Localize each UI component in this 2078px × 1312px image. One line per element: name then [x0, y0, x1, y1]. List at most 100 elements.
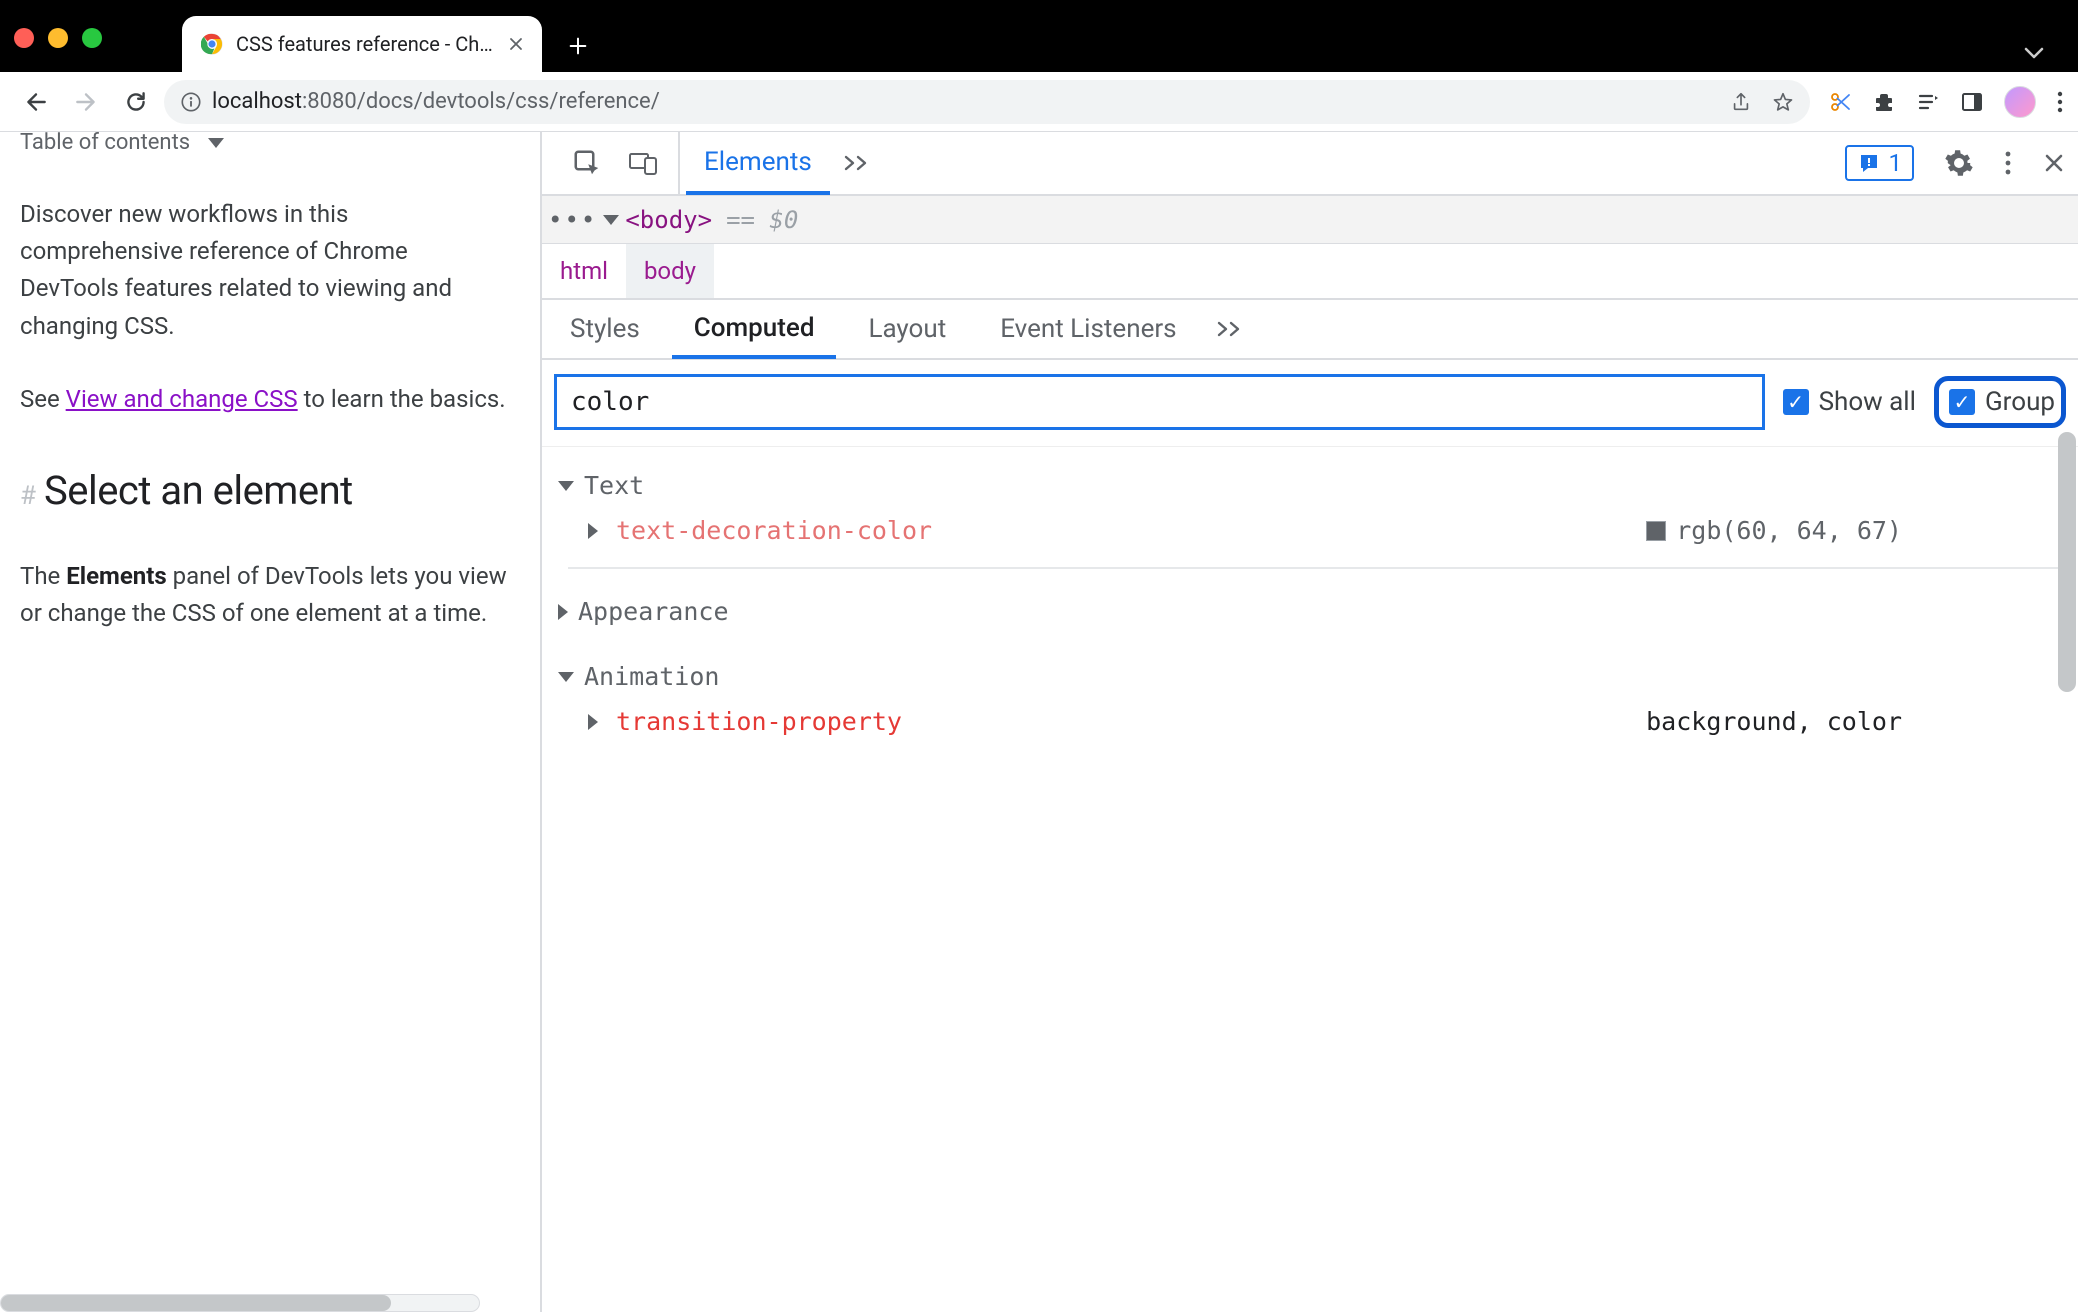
prop-row-transition-property[interactable]: transition-property background, color	[568, 691, 2062, 758]
horizontal-scrollbar-thumb[interactable]	[1, 1295, 391, 1311]
computed-filter-row: ✓ Show all ✓ Group	[542, 360, 2078, 447]
color-swatch-icon[interactable]	[1646, 521, 1666, 541]
disclosure-right-icon	[558, 604, 568, 620]
window-minimize-button[interactable]	[48, 28, 68, 48]
horizontal-scrollbar[interactable]	[0, 1294, 480, 1312]
issues-count: 1	[1889, 149, 1903, 177]
side-panel-icon[interactable]	[1960, 90, 1984, 114]
tab-strip: CSS features reference - Chrom	[0, 0, 2078, 72]
subtab-event-listeners[interactable]: Event Listeners	[978, 300, 1198, 358]
prop-value: rgb(60, 64, 67)	[1676, 516, 1902, 545]
p2-bold: Elements	[66, 562, 166, 590]
group-label: Group	[1985, 387, 2055, 417]
device-toolbar-icon[interactable]	[628, 148, 660, 178]
dom-tag: <body>	[625, 206, 712, 234]
elements-paragraph: The Elements panel of DevTools lets you …	[20, 558, 510, 632]
window-controls	[14, 28, 102, 48]
disclosure-right-icon	[588, 714, 598, 730]
intro-paragraph: Discover new workflows in this comprehen…	[20, 196, 510, 345]
inspect-element-icon[interactable]	[572, 148, 602, 178]
vertical-scrollbar[interactable]	[2058, 432, 2076, 1272]
group-header-appearance[interactable]: Appearance	[558, 597, 2062, 626]
prop-value: background, color	[1646, 707, 1902, 736]
window-close-button[interactable]	[14, 28, 34, 48]
elements-tab[interactable]: Elements	[686, 133, 830, 195]
prop-name: text-decoration-color	[616, 516, 932, 545]
issues-button[interactable]: 1	[1845, 145, 1915, 181]
toc-toggle[interactable]: Table of contents	[20, 132, 510, 160]
tab-search-button[interactable]	[2024, 46, 2044, 60]
checkbox-checked-icon: ✓	[1949, 389, 1975, 415]
group-name-text: Text	[584, 471, 644, 500]
view-change-css-link[interactable]: View and change CSS	[66, 385, 298, 413]
p2-prefix: The	[20, 562, 66, 590]
group-header-animation[interactable]: Animation	[558, 662, 2062, 691]
back-button[interactable]	[14, 80, 58, 124]
browser-tab[interactable]: CSS features reference - Chrom	[182, 16, 542, 72]
window-zoom-button[interactable]	[82, 28, 102, 48]
chrome-favicon-icon	[200, 32, 224, 56]
profile-avatar[interactable]	[2004, 86, 2036, 118]
group-checkbox[interactable]: ✓ Group	[1949, 387, 2055, 417]
see-paragraph: See View and change CSS to learn the bas…	[20, 381, 510, 418]
chrome-window: CSS features reference - Chrom loc	[0, 0, 2078, 1312]
disclosure-down-icon[interactable]	[603, 215, 619, 225]
see-suffix: to learn the basics.	[298, 385, 506, 413]
see-prefix: See	[20, 385, 66, 413]
tab-title: CSS features reference - Chrom	[236, 32, 496, 56]
scissors-icon[interactable]	[1828, 90, 1852, 114]
vertical-scrollbar-thumb[interactable]	[2058, 432, 2076, 692]
devtools-close-icon[interactable]	[2042, 151, 2066, 175]
settings-gear-icon[interactable]	[1944, 148, 1974, 178]
kebab-menu-icon[interactable]	[2056, 90, 2064, 114]
site-info-icon[interactable]	[180, 91, 202, 113]
disclosure-down-icon	[558, 481, 574, 491]
address-bar[interactable]: localhost:8080/docs/devtools/css/referen…	[164, 80, 1810, 124]
toolbar: localhost:8080/docs/devtools/css/referen…	[0, 72, 2078, 132]
extensions-icon[interactable]	[1872, 90, 1896, 114]
bookmark-icon[interactable]	[1772, 91, 1794, 113]
ellipsis-icon[interactable]: •••	[548, 206, 597, 234]
breadcrumb-body[interactable]: body	[626, 244, 714, 298]
devtools-panel: Elements 1	[540, 132, 2078, 1312]
group-header-text[interactable]: Text	[558, 471, 2062, 500]
show-all-label: Show all	[1819, 387, 1916, 417]
url-port: :8080	[302, 89, 357, 114]
subtab-styles[interactable]: Styles	[548, 300, 662, 358]
issues-icon	[1857, 151, 1881, 175]
disclosure-right-icon	[588, 523, 598, 539]
subtab-computed[interactable]: Computed	[672, 301, 837, 359]
subtab-layout[interactable]: Layout	[846, 300, 968, 358]
group-name-animation: Animation	[584, 662, 719, 691]
computed-filter-input[interactable]	[554, 374, 1765, 430]
tab-close-icon[interactable]	[508, 36, 524, 52]
share-icon[interactable]	[1730, 91, 1752, 113]
computed-body: Text text-decoration-color rgb(60, 64, 6…	[542, 447, 2078, 758]
more-tabs-icon[interactable]	[836, 154, 878, 172]
more-subtabs-icon[interactable]	[1209, 320, 1251, 338]
breadcrumb-html[interactable]: html	[542, 244, 626, 298]
url-host: localhost	[212, 89, 302, 114]
dom-breadcrumbs: html body	[542, 244, 2078, 300]
forward-button[interactable]	[64, 80, 108, 124]
dom-selected-node[interactable]: ••• <body> == $0	[542, 196, 2078, 244]
url-path: /docs/devtools/css/reference/	[357, 89, 660, 114]
show-all-checkbox[interactable]: ✓ Show all	[1783, 387, 1916, 417]
content-area: Table of contents Discover new workflows…	[0, 132, 2078, 1312]
styles-subtabs: Styles Computed Layout Event Listeners	[542, 300, 2078, 360]
chevron-down-icon	[208, 138, 224, 148]
page-pane: Table of contents Discover new workflows…	[0, 132, 540, 1312]
group-name-appearance: Appearance	[578, 597, 729, 626]
devtools-menu-icon[interactable]	[2004, 149, 2012, 177]
section-heading: Select an element	[44, 460, 353, 522]
reload-button[interactable]	[114, 80, 158, 124]
prop-name: transition-property	[616, 707, 902, 736]
anchor-hash[interactable]: #	[20, 476, 36, 516]
devtools-toolbar: Elements 1	[542, 132, 2078, 196]
dom-meta: == $0	[726, 206, 798, 234]
disclosure-down-icon	[558, 672, 574, 682]
new-tab-button[interactable]	[556, 24, 600, 68]
reading-list-icon[interactable]	[1916, 90, 1940, 114]
toc-label: Table of contents	[20, 132, 190, 160]
prop-row-text-decoration-color[interactable]: text-decoration-color rgb(60, 64, 67)	[568, 500, 2062, 569]
